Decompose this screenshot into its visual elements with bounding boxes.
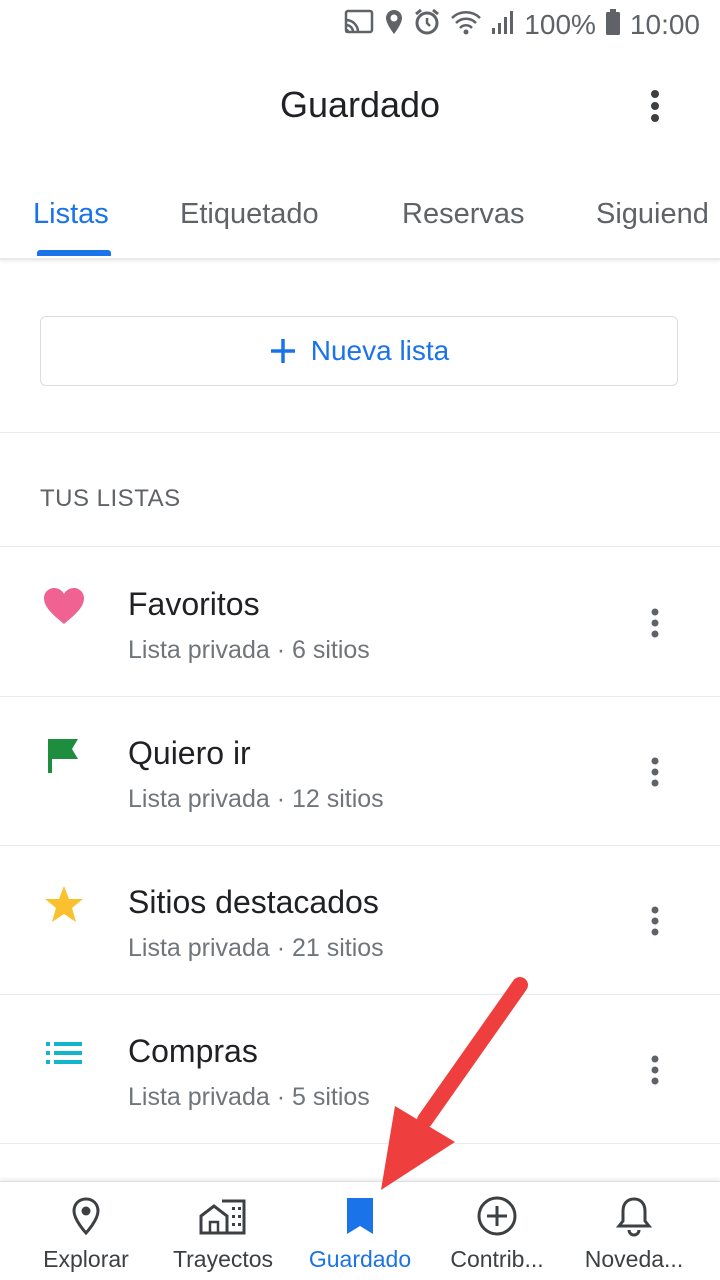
nav-contribuir[interactable]: Contrib... [427, 1194, 567, 1273]
more-vert-icon [651, 90, 659, 122]
status-bar: 100% 10:00 [0, 0, 720, 50]
list-name: Compras [128, 1033, 258, 1069]
tab-reservas[interactable]: Reservas [402, 198, 525, 231]
nav-explorar[interactable]: Explorar [16, 1194, 156, 1273]
more-vert-icon [651, 1055, 659, 1085]
list-item-compras[interactable]: Compras Lista privada · 5 sitios [0, 995, 720, 1143]
more-vert-icon [651, 757, 659, 787]
divider [0, 1143, 720, 1144]
list-icon [40, 1029, 88, 1077]
plus-icon [270, 339, 295, 363]
tab-etiquetado[interactable]: Etiquetado [180, 198, 319, 231]
list-meta: Lista privada · 21 sitios [128, 934, 384, 962]
more-vert-icon [651, 906, 659, 936]
status-icons: 100% 10:00 [343, 8, 700, 41]
battery-percent: 100% [524, 8, 596, 40]
page-title: Guardado [279, 84, 441, 125]
list-name: Favoritos [128, 586, 260, 622]
tab-siguiendo[interactable]: Siguiend [596, 198, 709, 231]
pin-icon [16, 1194, 156, 1238]
list-item-sitios-destacados[interactable]: Sitios destacados Lista privada · 21 sit… [0, 846, 720, 994]
divider [0, 546, 720, 547]
app-header: Guardado [0, 60, 720, 150]
nav-guardado[interactable]: Guardado [290, 1194, 430, 1273]
location-icon [384, 8, 404, 41]
flag-icon [40, 731, 88, 779]
list-more-button[interactable] [640, 1053, 670, 1087]
overflow-menu-button[interactable] [640, 86, 670, 126]
nav-novedades[interactable]: Noveda... [564, 1194, 704, 1273]
nav-label: Contrib... [450, 1246, 544, 1272]
bookmark-icon [290, 1194, 430, 1238]
tab-bar: Listas Etiquetado Reservas Siguiend [0, 178, 720, 260]
list-name: Sitios destacados [128, 884, 379, 920]
tab-active-indicator [37, 250, 111, 256]
section-title: TUS LISTAS [40, 485, 181, 512]
nav-label: Noveda... [584, 1246, 684, 1272]
battery-icon [605, 8, 621, 41]
nav-trayectos[interactable]: Trayectos [153, 1194, 293, 1273]
alarm-icon [413, 8, 441, 41]
divider [0, 432, 720, 433]
list-item-quiero-ir[interactable]: Quiero ir Lista privada · 12 sitios [0, 697, 720, 845]
list-meta: Lista privada · 6 sitios [128, 636, 370, 664]
nav-label: Trayectos [172, 1246, 274, 1272]
wifi-icon [450, 8, 482, 41]
list-more-button[interactable] [640, 755, 670, 789]
cast-icon [343, 8, 375, 41]
tab-listas[interactable]: Listas [33, 198, 109, 231]
list-meta: Lista privada · 12 sitios [128, 785, 384, 813]
bottom-navigation: Explorar Trayectos Guardado Contrib... N… [0, 1181, 720, 1280]
list-more-button[interactable] [640, 904, 670, 938]
add-circle-icon [427, 1194, 567, 1238]
list-meta: Lista privada · 5 sitios [128, 1083, 370, 1111]
bell-icon [564, 1194, 704, 1238]
new-list-label: Nueva lista [310, 335, 450, 366]
commute-icon [153, 1194, 293, 1238]
list-name: Quiero ir [128, 735, 251, 771]
nav-label: Explorar [43, 1246, 129, 1272]
heart-icon [40, 582, 88, 630]
more-vert-icon [651, 608, 659, 638]
clock: 10:00 [629, 8, 700, 40]
nav-label: Guardado [308, 1246, 412, 1272]
star-icon [40, 880, 88, 928]
new-list-button[interactable]: Nueva lista [40, 316, 678, 386]
list-more-button[interactable] [640, 606, 670, 640]
signal-icon [491, 8, 515, 41]
list-item-favoritos[interactable]: Favoritos Lista privada · 6 sitios [0, 548, 720, 696]
